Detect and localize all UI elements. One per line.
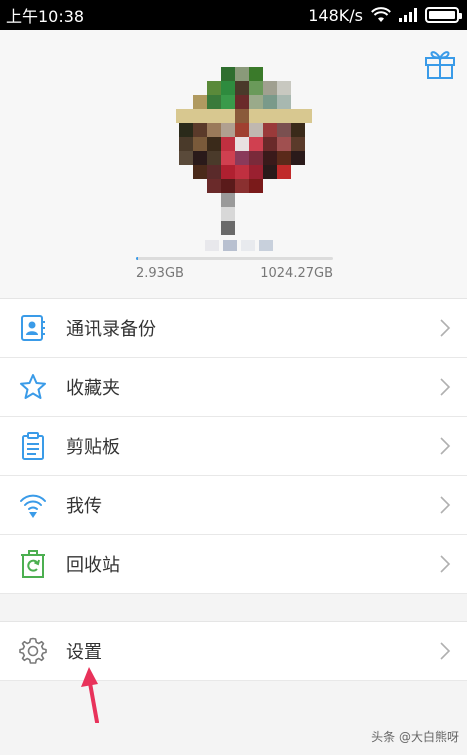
avatar[interactable] (176, 67, 312, 257)
status-indicators: 148K/s (308, 5, 462, 25)
gift-icon[interactable] (423, 46, 457, 80)
feature-menu: 通讯录备份 收藏夹 剪贴板 我传 回收站 (0, 298, 467, 594)
chevron-right-icon (440, 496, 451, 514)
gear-icon (18, 636, 48, 666)
chevron-right-icon (440, 437, 451, 455)
menu-item-recycle-bin[interactable]: 回收站 (0, 535, 467, 594)
menu-item-label: 我传 (66, 496, 102, 517)
cell-signal-icon (399, 8, 417, 22)
storage-progress-bar (136, 257, 333, 260)
contacts-backup-icon (18, 313, 48, 343)
settings-section: 设置 (0, 621, 467, 681)
clipboard-icon (18, 431, 48, 461)
menu-item-label: 剪贴板 (66, 437, 120, 458)
annotation-arrow-icon (81, 667, 99, 723)
chevron-right-icon (440, 319, 451, 337)
status-time: 上午10:38 (6, 7, 85, 26)
menu-item-label: 回收站 (66, 555, 120, 576)
menu-item-settings[interactable]: 设置 (0, 622, 467, 681)
storage-total: 1024.27GB (260, 266, 333, 281)
menu-item-label: 通讯录备份 (66, 319, 156, 340)
chevron-right-icon (440, 642, 451, 660)
menu-item-transfer[interactable]: 我传 (0, 476, 467, 535)
profile-header: 2.93GB 1024.27GB (0, 30, 467, 298)
recycle-bin-icon (18, 549, 48, 579)
chevron-right-icon (440, 378, 451, 396)
status-bar: 上午10:38 148K/s (0, 0, 467, 30)
star-icon (18, 372, 48, 402)
menu-item-favorites[interactable]: 收藏夹 (0, 358, 467, 417)
battery-icon (425, 7, 462, 23)
menu-item-contacts-backup[interactable]: 通讯录备份 (0, 299, 467, 358)
chevron-right-icon (440, 555, 451, 573)
menu-item-label: 收藏夹 (66, 378, 120, 399)
network-speed: 148K/s (308, 5, 363, 25)
wifi-icon (371, 7, 391, 22)
avatar-image (176, 67, 312, 235)
username (205, 240, 273, 251)
storage-progress-fill (136, 257, 139, 260)
storage-used: 2.93GB (136, 266, 184, 281)
transfer-icon (18, 490, 48, 520)
watermark: 头条 @大白熊呀 (371, 730, 459, 744)
menu-item-label: 设置 (66, 642, 102, 663)
menu-item-clipboard[interactable]: 剪贴板 (0, 417, 467, 476)
